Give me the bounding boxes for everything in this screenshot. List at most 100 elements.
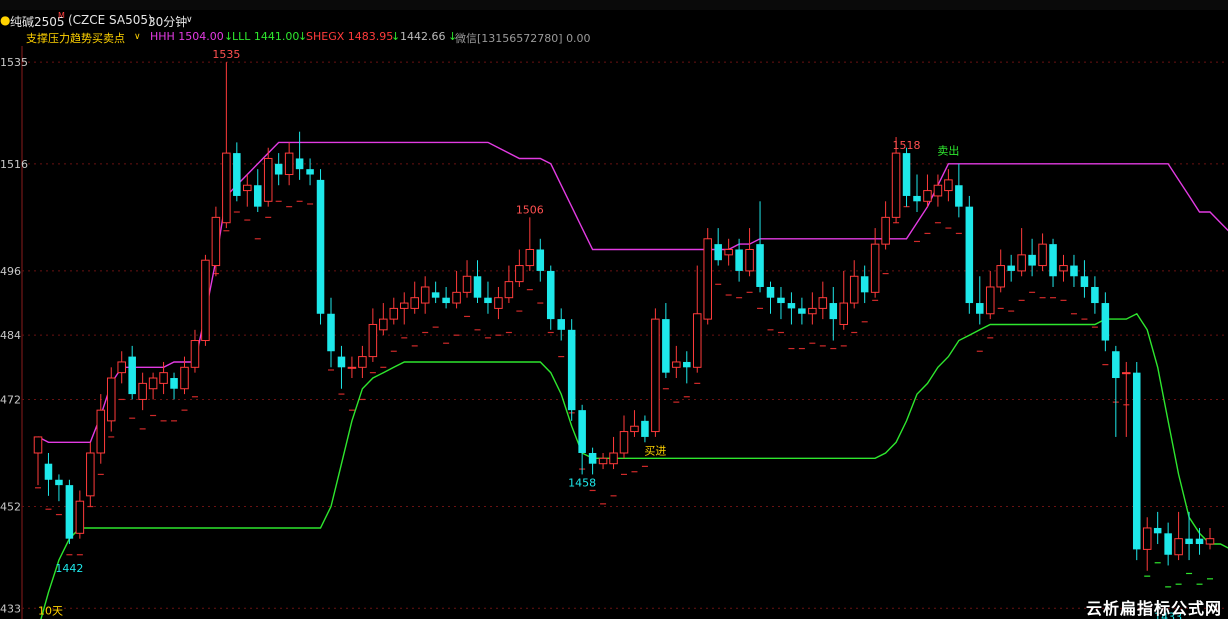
chevron-down-icon[interactable]: ∨ bbox=[186, 15, 193, 25]
y-tick-label: 452 bbox=[0, 501, 21, 514]
candle-body-down bbox=[965, 206, 974, 304]
candle-body-down bbox=[756, 244, 764, 287]
candle-body-up bbox=[106, 377, 116, 422]
candle-body-up bbox=[1142, 527, 1152, 550]
main-contract-mark: M bbox=[58, 11, 65, 20]
chevron-down-icon[interactable]: ∨ bbox=[134, 32, 141, 42]
candle-body-up bbox=[1038, 243, 1047, 267]
candle-body-down bbox=[1164, 533, 1172, 555]
candle-body-up bbox=[347, 366, 357, 369]
extra-value: 1442.66 bbox=[400, 30, 446, 43]
candle-body-down bbox=[588, 452, 597, 464]
annotation-label: 1518 bbox=[893, 139, 921, 152]
y-tick-label: 1516 bbox=[0, 158, 28, 171]
candle-body-down bbox=[913, 195, 921, 202]
indicator-name[interactable]: 支撑压力趋势买卖点 bbox=[26, 30, 125, 46]
period-selector[interactable]: 30分钟 bbox=[148, 13, 187, 30]
candle-body-up bbox=[462, 275, 472, 293]
candle-body-up bbox=[598, 457, 608, 465]
annotation-label: 1458 bbox=[568, 476, 596, 489]
candle-body-up bbox=[944, 179, 953, 192]
candle-body-down bbox=[1153, 527, 1162, 534]
candle-body-down bbox=[1070, 265, 1078, 277]
candle-body-down bbox=[860, 276, 869, 293]
candle-body-up bbox=[1017, 254, 1026, 272]
candle-body-down bbox=[1112, 351, 1120, 379]
candle-body-down bbox=[567, 329, 576, 411]
candle-body-down bbox=[128, 356, 136, 395]
candle-body-down bbox=[735, 249, 743, 271]
candle-body-up bbox=[494, 297, 503, 309]
candle-body-up bbox=[849, 275, 859, 304]
candle-body-up bbox=[692, 313, 702, 368]
candle-body-up bbox=[33, 436, 43, 454]
candle-body-up bbox=[201, 259, 210, 342]
candle-body-up bbox=[211, 216, 221, 267]
candle-body-down bbox=[777, 297, 785, 304]
candle-body-up bbox=[138, 382, 147, 400]
hhh-value: HHH 1504.00 bbox=[150, 30, 224, 43]
candle-body-up bbox=[630, 425, 639, 433]
candle-body-up bbox=[222, 152, 231, 224]
candle-body-down bbox=[902, 153, 911, 196]
candle-body-up bbox=[651, 318, 660, 433]
candle-body-down bbox=[170, 378, 178, 389]
candle-body-down bbox=[641, 420, 649, 437]
candle-body-down bbox=[1195, 538, 1204, 545]
chart-title-bar: ● 纯碱2505 M (CZCE SA505) 30分钟 ∨ bbox=[0, 10, 1228, 30]
candle-body-up bbox=[1059, 265, 1068, 272]
indicator-bar: 支撑压力趋势买卖点 ∨ HHH 1504.00 ↓ LLL 1441.00 ↓ … bbox=[0, 30, 1228, 46]
candle-body-down bbox=[1091, 286, 1099, 304]
candle-body-up bbox=[420, 286, 430, 304]
candle-body-down bbox=[557, 319, 565, 330]
candle-body-down bbox=[1080, 276, 1089, 287]
y-tick-label: 484 bbox=[0, 329, 21, 342]
annotation-label: 1535 bbox=[212, 48, 240, 61]
candle-body-up bbox=[243, 184, 252, 192]
candle-body-down bbox=[253, 185, 262, 207]
y-tick-label: 433 bbox=[0, 602, 21, 615]
candle-body-up bbox=[745, 248, 754, 272]
candle-body-up bbox=[1174, 538, 1183, 556]
candle-body-down bbox=[44, 463, 53, 480]
candle-body-down bbox=[337, 356, 346, 368]
candle-body-up bbox=[724, 248, 733, 256]
annotation-label: 10天 bbox=[38, 604, 63, 617]
annotation-label: 卖出 bbox=[937, 143, 959, 157]
candle-body-up bbox=[504, 281, 514, 299]
candle-body-up bbox=[839, 302, 849, 325]
candle-body-down bbox=[233, 153, 241, 196]
shegx-value: SHEGX 1483.95 bbox=[306, 30, 394, 43]
candle-body-up bbox=[117, 361, 126, 374]
candle-body-up bbox=[86, 452, 95, 497]
candle-body-up bbox=[923, 190, 932, 202]
candle-body-up bbox=[159, 372, 168, 384]
candle-body-up bbox=[284, 152, 294, 176]
candle-body-up bbox=[672, 361, 681, 368]
candle-body-up bbox=[96, 409, 106, 454]
annotation-label: 买进 bbox=[644, 444, 666, 457]
symbol-name[interactable]: 纯碱2505 bbox=[10, 13, 65, 30]
candle-body-down bbox=[536, 249, 545, 271]
candle-body-up bbox=[515, 265, 524, 283]
candle-body-up bbox=[1122, 372, 1131, 375]
candle-body-down bbox=[316, 179, 325, 314]
candle-body-down bbox=[484, 297, 492, 304]
candle-body-down bbox=[578, 410, 586, 453]
y-tick-label: 496 bbox=[0, 265, 21, 278]
candle-body-down bbox=[955, 185, 963, 207]
candlestick-chart[interactable]: 1535 1516 496 484 472 452 433 1535 1506 1518 1442 1… bbox=[0, 46, 1228, 619]
candle-body-down bbox=[1101, 303, 1110, 341]
watermark: 云析扁指标公式网 bbox=[1085, 599, 1222, 618]
candle-body-down bbox=[766, 286, 775, 298]
candle-body-down bbox=[546, 270, 555, 320]
candle-body-down bbox=[1185, 538, 1193, 545]
candle-body-down bbox=[976, 303, 984, 314]
candle-body-up bbox=[1205, 538, 1215, 545]
candle-body-up bbox=[399, 302, 409, 309]
candle-body-up bbox=[410, 297, 419, 309]
candle-body-up bbox=[452, 291, 461, 304]
candle-body-up bbox=[808, 307, 817, 315]
candle-body-down bbox=[1132, 372, 1141, 550]
candle-body-up bbox=[190, 340, 200, 368]
